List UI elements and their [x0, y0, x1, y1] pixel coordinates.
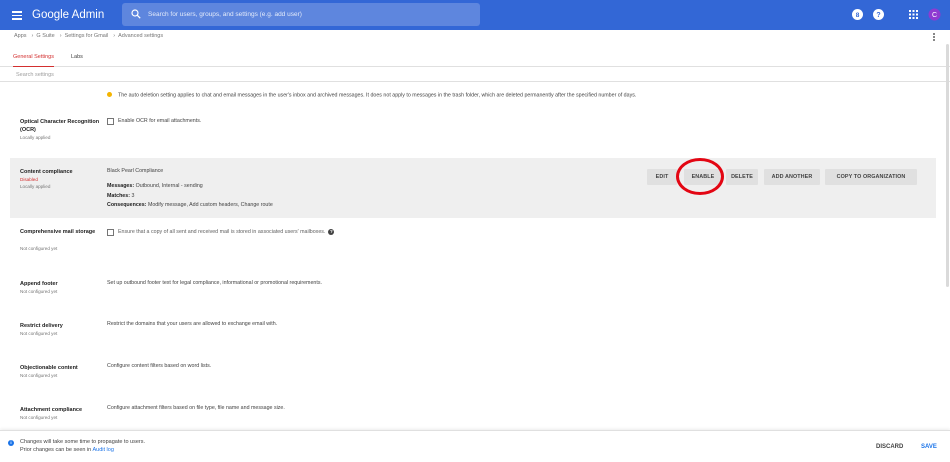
ocr-checkbox-label[interactable]: Enable OCR for email attachments.: [118, 118, 201, 124]
copy-to-organization-button[interactable]: COPY TO ORGANIZATION: [825, 169, 917, 185]
breadcrumb-advanced-settings: Advanced settings: [118, 33, 164, 39]
setting-title[interactable]: Comprehensive mail storage: [20, 228, 100, 236]
more-vert-icon[interactable]: [932, 32, 936, 42]
edit-button[interactable]: EDIT: [647, 169, 677, 185]
add-another-button[interactable]: ADD ANOTHER: [764, 169, 820, 185]
setting-attachment-compliance: Attachment compliance Not configured yet…: [10, 398, 936, 428]
breadcrumb-separator: ›: [113, 33, 116, 39]
audit-log-note: Prior changes can be seen in Audit log: [20, 447, 114, 453]
consequences-label: Consequences:: [107, 202, 147, 208]
breadcrumb-bar: Apps › G Suite › Settings for Gmail › Advanced…: [0, 30, 950, 44]
setting-status: Not configured yet: [20, 373, 58, 378]
rule-consequences: Consequences: Modify message, Add custom…: [107, 202, 273, 208]
setting-title[interactable]: Optical Character Recognition (OCR): [20, 118, 100, 134]
setting-append-footer: Append footer Not configured yet Set up …: [10, 272, 936, 312]
annotation-circle: [676, 158, 724, 195]
mail-storage-checkbox[interactable]: [107, 229, 114, 236]
setting-title[interactable]: Objectionable content: [20, 364, 100, 372]
breadcrumb-gsuite[interactable]: G Suite: [36, 33, 54, 39]
setting-objectionable-content: Objectionable content Not configured yet…: [10, 356, 936, 396]
discard-button[interactable]: DISCARD: [876, 444, 903, 450]
hamburger-menu-icon[interactable]: [12, 9, 22, 21]
rule-name: Black Pearl Compliance: [107, 168, 164, 174]
setting-comprehensive-mail-storage: Comprehensive mail storage Not configure…: [10, 222, 936, 270]
avatar[interactable]: C: [928, 8, 941, 21]
help-icon[interactable]: ?: [872, 8, 885, 21]
auto-deletion-note: The auto deletion setting applies to cha…: [107, 92, 636, 99]
setting-description[interactable]: Set up outbound footer text for legal co…: [107, 280, 322, 286]
top-app-bar: Google Admin 8 ? C: [0, 0, 950, 30]
audit-log-prefix: Prior changes can be seen in: [20, 447, 92, 453]
svg-text:C: C: [932, 12, 937, 19]
setting-title[interactable]: Content compliance: [20, 168, 100, 176]
search-box[interactable]: [122, 3, 480, 26]
svg-text:?: ?: [876, 12, 880, 19]
apps-grid-icon[interactable]: [907, 8, 920, 21]
search-settings-input[interactable]: [16, 70, 316, 80]
ocr-checkbox[interactable]: [107, 118, 114, 125]
setting-description[interactable]: Restrict the domains that your users are…: [107, 321, 277, 327]
tab-general-settings[interactable]: General Settings: [13, 54, 54, 67]
setting-ocr: Optical Character Recognition (OCR) Loca…: [10, 112, 936, 152]
messages-value: Outbound, Internal - sending: [135, 183, 203, 189]
info-icon: i: [8, 440, 14, 446]
setting-status: Not configured yet: [20, 415, 58, 420]
save-button[interactable]: SAVE: [921, 444, 937, 450]
setting-status: Locally applied: [20, 184, 51, 189]
counter-icon[interactable]: 8: [851, 8, 864, 21]
save-bar: i Changes will take some time to propaga…: [0, 430, 950, 462]
svg-text:8: 8: [856, 12, 860, 19]
delete-button[interactable]: DELETE: [726, 169, 758, 185]
warning-icon: [107, 92, 112, 97]
audit-log-link[interactable]: Audit log: [92, 447, 113, 453]
matches-label: Matches:: [107, 193, 130, 199]
setting-restrict-delivery: Restrict delivery Not configured yet Res…: [10, 314, 936, 354]
scrollbar[interactable]: [946, 44, 949, 287]
rule-messages: Messages: Outbound, Internal - sending: [107, 183, 203, 189]
breadcrumb: Apps › G Suite › Settings for Gmail › Advanced…: [14, 33, 165, 39]
setting-title[interactable]: Attachment compliance: [20, 406, 100, 414]
matches-value: 3: [131, 193, 135, 199]
setting-title[interactable]: Restrict delivery: [20, 322, 100, 330]
help-icon[interactable]: ?: [328, 229, 335, 235]
auto-deletion-note-text: The auto deletion setting applies to cha…: [118, 92, 637, 99]
setting-description[interactable]: Configure attachment filters based on fi…: [107, 405, 285, 411]
breadcrumb-gmail-settings[interactable]: Settings for Gmail: [65, 33, 109, 39]
setting-status: Not configured yet: [20, 289, 58, 294]
mail-storage-checkbox-label[interactable]: Ensure that a copy of all sent and recei…: [118, 229, 335, 235]
app-title[interactable]: Google Admin: [32, 8, 104, 22]
breadcrumb-separator: ›: [31, 33, 34, 39]
search-settings-bar: [0, 67, 950, 82]
breadcrumb-separator: ›: [59, 33, 62, 39]
tab-labs[interactable]: Labs: [71, 54, 83, 67]
breadcrumb-apps[interactable]: Apps: [14, 33, 27, 39]
search-input[interactable]: [148, 5, 473, 24]
tab-bar: General Settings Labs: [0, 52, 950, 67]
consequences-value: Modify message, Add custom headers, Chan…: [147, 202, 273, 208]
setting-description[interactable]: Configure content filters based on word …: [107, 363, 211, 369]
rule-matches: Matches: 3: [107, 193, 134, 199]
search-icon: [131, 9, 141, 19]
status-disabled: Disabled: [20, 177, 38, 182]
setting-status: Not configured yet: [20, 331, 58, 336]
setting-title[interactable]: Append footer: [20, 280, 100, 288]
mail-storage-label-text: Ensure that a copy of all sent and recei…: [118, 229, 326, 235]
messages-label: Messages:: [107, 183, 135, 189]
propagation-note: Changes will take some time to propagate…: [20, 439, 146, 445]
setting-status: Locally applied: [20, 135, 51, 140]
setting-status: Not configured yet: [20, 246, 58, 251]
setting-content-compliance[interactable]: Content compliance Disabled Locally appl…: [10, 158, 936, 218]
